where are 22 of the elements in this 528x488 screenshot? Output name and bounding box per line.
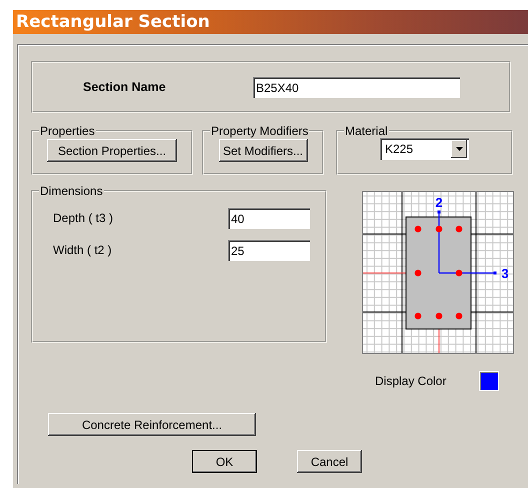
axis-label: 3 bbox=[501, 266, 509, 281]
group-label: Property Modifiers bbox=[210, 125, 310, 137]
dropdown-arrow-icon bbox=[456, 147, 462, 151]
group-label: Properties bbox=[39, 125, 96, 137]
section-properties-button[interactable]: Section Properties... bbox=[47, 139, 177, 162]
dimension-label: Depth ( t3 ) bbox=[53, 211, 114, 225]
color-swatch[interactable] bbox=[479, 371, 499, 391]
window-title: Rectangular Section bbox=[16, 12, 210, 32]
dimension-field[interactable]: 40 bbox=[228, 208, 310, 228]
material-dropdown[interactable]: K225 bbox=[380, 138, 469, 160]
default-button[interactable]: OK bbox=[192, 450, 257, 473]
section-name-field[interactable]: B25X40 bbox=[253, 76, 460, 98]
dimension-label: Width ( t2 ) bbox=[53, 243, 113, 257]
dimension-field[interactable]: 25 bbox=[228, 240, 310, 260]
section-name-label: Section Name bbox=[83, 80, 167, 94]
group-label: Dimensions bbox=[39, 185, 104, 197]
axis-label: 2 bbox=[435, 195, 443, 210]
set-modifiers-button[interactable]: Set Modifiers... bbox=[218, 139, 308, 162]
dialog-button[interactable]: Cancel bbox=[297, 450, 362, 473]
display-color-label: Display Color bbox=[375, 374, 448, 388]
group-label: Material bbox=[344, 125, 389, 137]
concrete-reinforcement-button[interactable]: Concrete Reinforcement... bbox=[48, 413, 256, 436]
